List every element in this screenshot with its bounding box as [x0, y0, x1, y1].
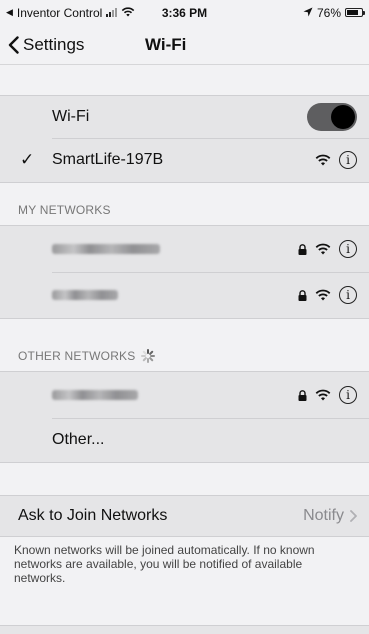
page-title: Wi-Fi: [145, 34, 187, 54]
other-networks-label: OTHER NETWORKS: [18, 349, 136, 363]
other-networks-header: OTHER NETWORKS: [0, 319, 369, 371]
status-bar: ◀ Inventor Control 3:36 PM 76%: [0, 0, 369, 25]
lock-icon: [298, 389, 307, 401]
next-group-edge: [0, 625, 369, 634]
connected-network-row[interactable]: ✓ SmartLife-197B i: [0, 138, 369, 182]
loading-spinner-icon: [141, 349, 156, 363]
wifi-icon: [315, 243, 331, 255]
info-icon[interactable]: i: [339, 240, 357, 258]
network-row[interactable]: i: [0, 372, 369, 418]
wifi-icon: [315, 154, 331, 166]
lock-icon: [298, 243, 307, 255]
ask-join-group: Ask to Join Networks Notify: [0, 495, 369, 537]
status-right: 76%: [303, 5, 365, 20]
back-label: Settings: [23, 34, 85, 54]
wifi-toggle-row: Wi-Fi: [0, 96, 369, 138]
info-icon[interactable]: i: [339, 151, 357, 169]
status-left[interactable]: ◀ Inventor Control: [6, 6, 135, 20]
network-name-redacted: [52, 390, 138, 400]
info-icon[interactable]: i: [339, 286, 357, 304]
checkmark-icon: ✓: [20, 150, 35, 169]
ask-to-join-note: Known networks will be joined automatica…: [14, 543, 315, 585]
my-networks-header: MY NETWORKS: [18, 203, 111, 217]
chevron-right-icon: [350, 510, 357, 522]
wifi-icon: [315, 289, 331, 301]
network-row[interactable]: i: [0, 272, 369, 318]
wifi-toggle[interactable]: [307, 103, 357, 131]
battery-fill: [347, 10, 358, 15]
wifi-status-icon: [121, 6, 135, 20]
info-icon[interactable]: i: [339, 386, 357, 404]
network-name-redacted: [52, 244, 160, 254]
cellular-signal-icon: [106, 8, 118, 17]
other-network-row[interactable]: Other...: [0, 418, 369, 462]
my-networks-group: i i: [0, 225, 369, 319]
ask-to-join-row[interactable]: Ask to Join Networks Notify: [0, 496, 369, 536]
ask-to-join-value: Notify: [303, 507, 344, 524]
back-app-label: Inventor Control: [16, 5, 103, 20]
battery-percent: 76%: [316, 5, 341, 20]
location-arrow-icon: [303, 6, 313, 20]
back-to-app-icon: ◀: [6, 7, 13, 17]
back-button[interactable]: Settings: [8, 35, 84, 55]
navigation-bar: Settings Wi-Fi: [0, 25, 369, 65]
other-network-label: Other...: [52, 431, 105, 448]
ask-to-join-label: Ask to Join Networks: [18, 507, 168, 524]
lock-icon: [298, 289, 307, 301]
network-name-redacted: [52, 290, 118, 300]
wifi-group: Wi-Fi ✓ SmartLife-197B i: [0, 95, 369, 183]
toggle-knob: [331, 105, 355, 129]
wifi-label: Wi-Fi: [52, 108, 90, 125]
other-networks-group: i Other...: [0, 371, 369, 463]
wifi-icon: [315, 389, 331, 401]
network-row[interactable]: i: [0, 226, 369, 272]
battery-icon: [345, 8, 365, 17]
chevron-left-icon: [8, 35, 19, 54]
connected-network-name: SmartLife-197B: [52, 151, 164, 168]
